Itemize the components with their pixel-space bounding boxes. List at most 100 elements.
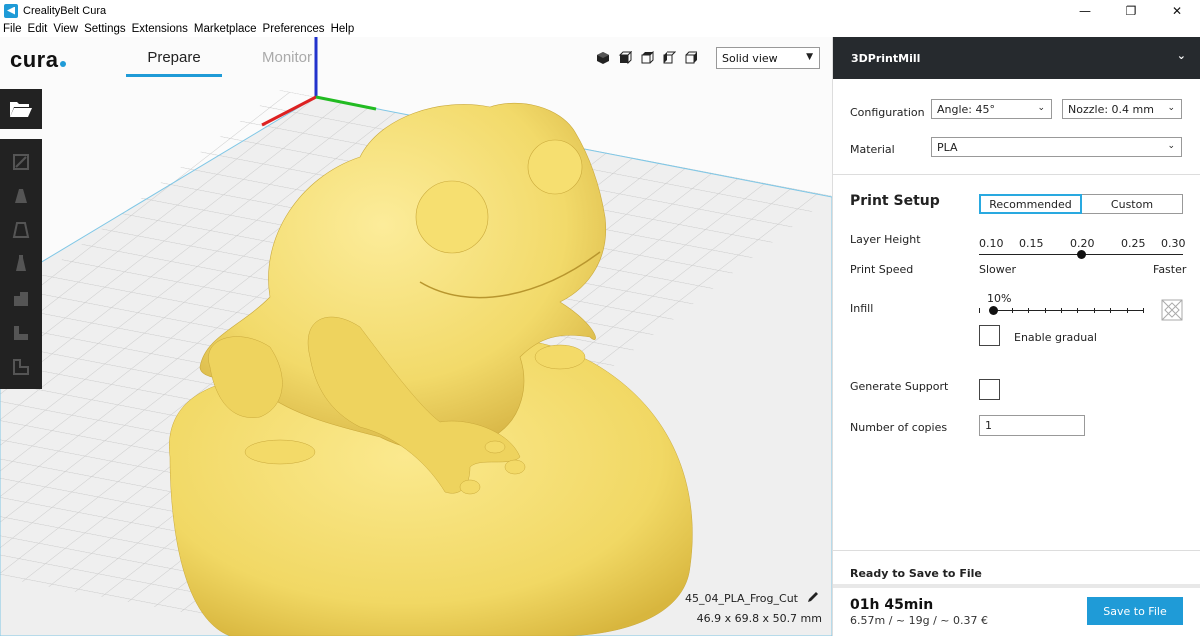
view-right-icon[interactable] — [684, 51, 698, 65]
layer-tick: 0.20 — [1070, 237, 1095, 250]
layer-height-handle[interactable] — [1077, 250, 1086, 259]
menu-edit[interactable]: Edit — [25, 23, 51, 35]
menu-view[interactable]: View — [50, 23, 81, 35]
mode-custom-button[interactable]: Custom — [1082, 194, 1183, 214]
support-icon — [14, 326, 28, 340]
speed-slower-label: Slower — [979, 263, 1017, 276]
mirror-tool[interactable] — [0, 247, 42, 281]
print-time: 01h 45min — [850, 597, 934, 613]
move-tool[interactable] — [0, 145, 42, 179]
copies-label: Number of copies — [850, 421, 948, 434]
rotate-tool[interactable] — [0, 213, 42, 247]
material-label: Material — [850, 143, 895, 156]
layer-height-label: Layer Height — [850, 233, 921, 246]
object-dimensions: 46.9 x 69.8 x 50.7 mm — [696, 612, 822, 625]
minimize-button[interactable]: — — [1062, 0, 1108, 21]
configuration-label: Configuration — [850, 106, 925, 119]
chevron-down-icon: ▼ — [806, 52, 813, 62]
status-text: Ready to Save to File — [850, 567, 982, 580]
transform-tools — [0, 139, 42, 389]
menu-file[interactable]: File — [0, 23, 25, 35]
copies-input[interactable]: 1 — [979, 415, 1085, 436]
infill-tick — [1143, 308, 1144, 313]
printer-selector[interactable]: 3DPrintMill ⌄ — [833, 37, 1200, 79]
maximize-button[interactable]: ❐ — [1108, 0, 1154, 21]
layer-tick: 0.15 — [1019, 237, 1044, 250]
infill-handle[interactable] — [989, 306, 998, 315]
view-left-icon[interactable] — [662, 51, 676, 65]
layer-tick: 0.30 — [1161, 237, 1186, 250]
rotate-icon — [12, 222, 30, 238]
enable-gradual-checkbox[interactable] — [979, 325, 1000, 346]
view-orientation-buttons — [596, 51, 698, 65]
infill-value: 10% — [987, 292, 1012, 305]
menu-settings[interactable]: Settings — [81, 23, 129, 35]
nozzle-value: Nozzle: 0.4 mm — [1068, 102, 1154, 116]
speed-faster-label: Faster — [1153, 263, 1187, 276]
infill-label: Infill — [850, 302, 874, 315]
infill-tick — [1126, 308, 1128, 313]
build-viewport[interactable]: cura Prepare Monitor Solid view ▼ 45_04_… — [0, 37, 832, 636]
print-speed-label: Print Speed — [850, 263, 914, 276]
tab-prepare[interactable]: Prepare — [126, 49, 222, 77]
window-title: CrealityBelt Cura — [23, 4, 107, 17]
open-file-button[interactable] — [0, 89, 42, 129]
view-front-icon[interactable] — [618, 51, 632, 65]
chevron-down-icon: ⌄ — [1176, 49, 1186, 62]
menu-help[interactable]: Help — [328, 23, 358, 35]
infill-tick — [1028, 308, 1030, 313]
generate-support-label: Generate Support — [850, 380, 949, 393]
logo-dot — [60, 61, 67, 67]
material-select[interactable]: PLA ⌄ — [931, 137, 1182, 157]
job-name: 45_04_PLA_Frog_Cut — [684, 592, 798, 605]
scale-tool[interactable] — [0, 179, 42, 213]
build-plate-scene — [0, 37, 832, 636]
close-button[interactable]: ✕ — [1154, 0, 1200, 21]
copies-value: 1 — [985, 419, 992, 432]
view-mode-value: Solid view — [722, 51, 778, 65]
app-icon — [4, 3, 18, 18]
tool-sidebar — [0, 89, 42, 389]
chevron-down-icon: ⌄ — [1167, 103, 1175, 113]
menu-extensions[interactable]: Extensions — [129, 23, 191, 35]
material-value: PLA — [937, 140, 958, 154]
mirror-icon — [16, 255, 26, 271]
infill-tick — [1011, 308, 1013, 313]
menu-preferences[interactable]: Preferences — [260, 23, 328, 35]
scale-icon — [15, 189, 27, 203]
infill-tick — [1110, 308, 1112, 313]
infill-tick — [1093, 308, 1095, 313]
view-mode-select[interactable]: Solid view ▼ — [716, 47, 820, 69]
printer-name: 3DPrintMill — [851, 51, 921, 65]
save-to-file-button[interactable]: Save to File — [1087, 597, 1183, 625]
output-footer: Ready to Save to File 01h 45min 6.57m / … — [833, 550, 1200, 636]
layer-tool[interactable] — [0, 349, 42, 383]
angle-select[interactable]: Angle: 45° ⌄ — [931, 99, 1052, 119]
mode-recommended-button[interactable]: Recommended — [979, 194, 1082, 214]
window-controls: — ❐ ✕ — [1062, 0, 1200, 21]
view-3d-icon[interactable] — [596, 51, 610, 65]
slice-progress-bar — [833, 584, 1200, 588]
settings-panel: 3DPrintMill ⌄ Configuration Angle: 45° ⌄ … — [832, 37, 1200, 636]
layer-tick: 0.25 — [1121, 237, 1146, 250]
view-top-icon[interactable] — [640, 51, 654, 65]
enable-gradual-label: Enable gradual — [1014, 331, 1097, 344]
cura-logo: cura — [10, 47, 67, 73]
infill-tick — [1044, 308, 1046, 313]
infill-pattern-icon — [1161, 299, 1183, 321]
menu-bar: File Edit View Settings Extensions Marke… — [0, 21, 832, 37]
menu-marketplace[interactable]: Marketplace — [191, 23, 260, 35]
print-setup-title: Print Setup — [850, 193, 940, 209]
infill-slider[interactable] — [993, 310, 1143, 311]
per-model-settings-tool[interactable] — [0, 281, 42, 315]
tab-monitor[interactable]: Monitor — [262, 49, 312, 74]
layer-tick: 0.10 — [979, 237, 1004, 250]
logo-text: cura — [10, 47, 59, 72]
pencil-icon[interactable] — [806, 590, 820, 604]
configuration-section: Configuration Angle: 45° ⌄ Nozzle: 0.4 mm… — [833, 79, 1200, 175]
support-blocker-tool[interactable] — [0, 315, 42, 349]
nozzle-select[interactable]: Nozzle: 0.4 mm ⌄ — [1062, 99, 1182, 119]
folder-open-icon — [10, 102, 32, 117]
generate-support-checkbox[interactable] — [979, 379, 1000, 400]
infill-tick — [1077, 308, 1079, 313]
